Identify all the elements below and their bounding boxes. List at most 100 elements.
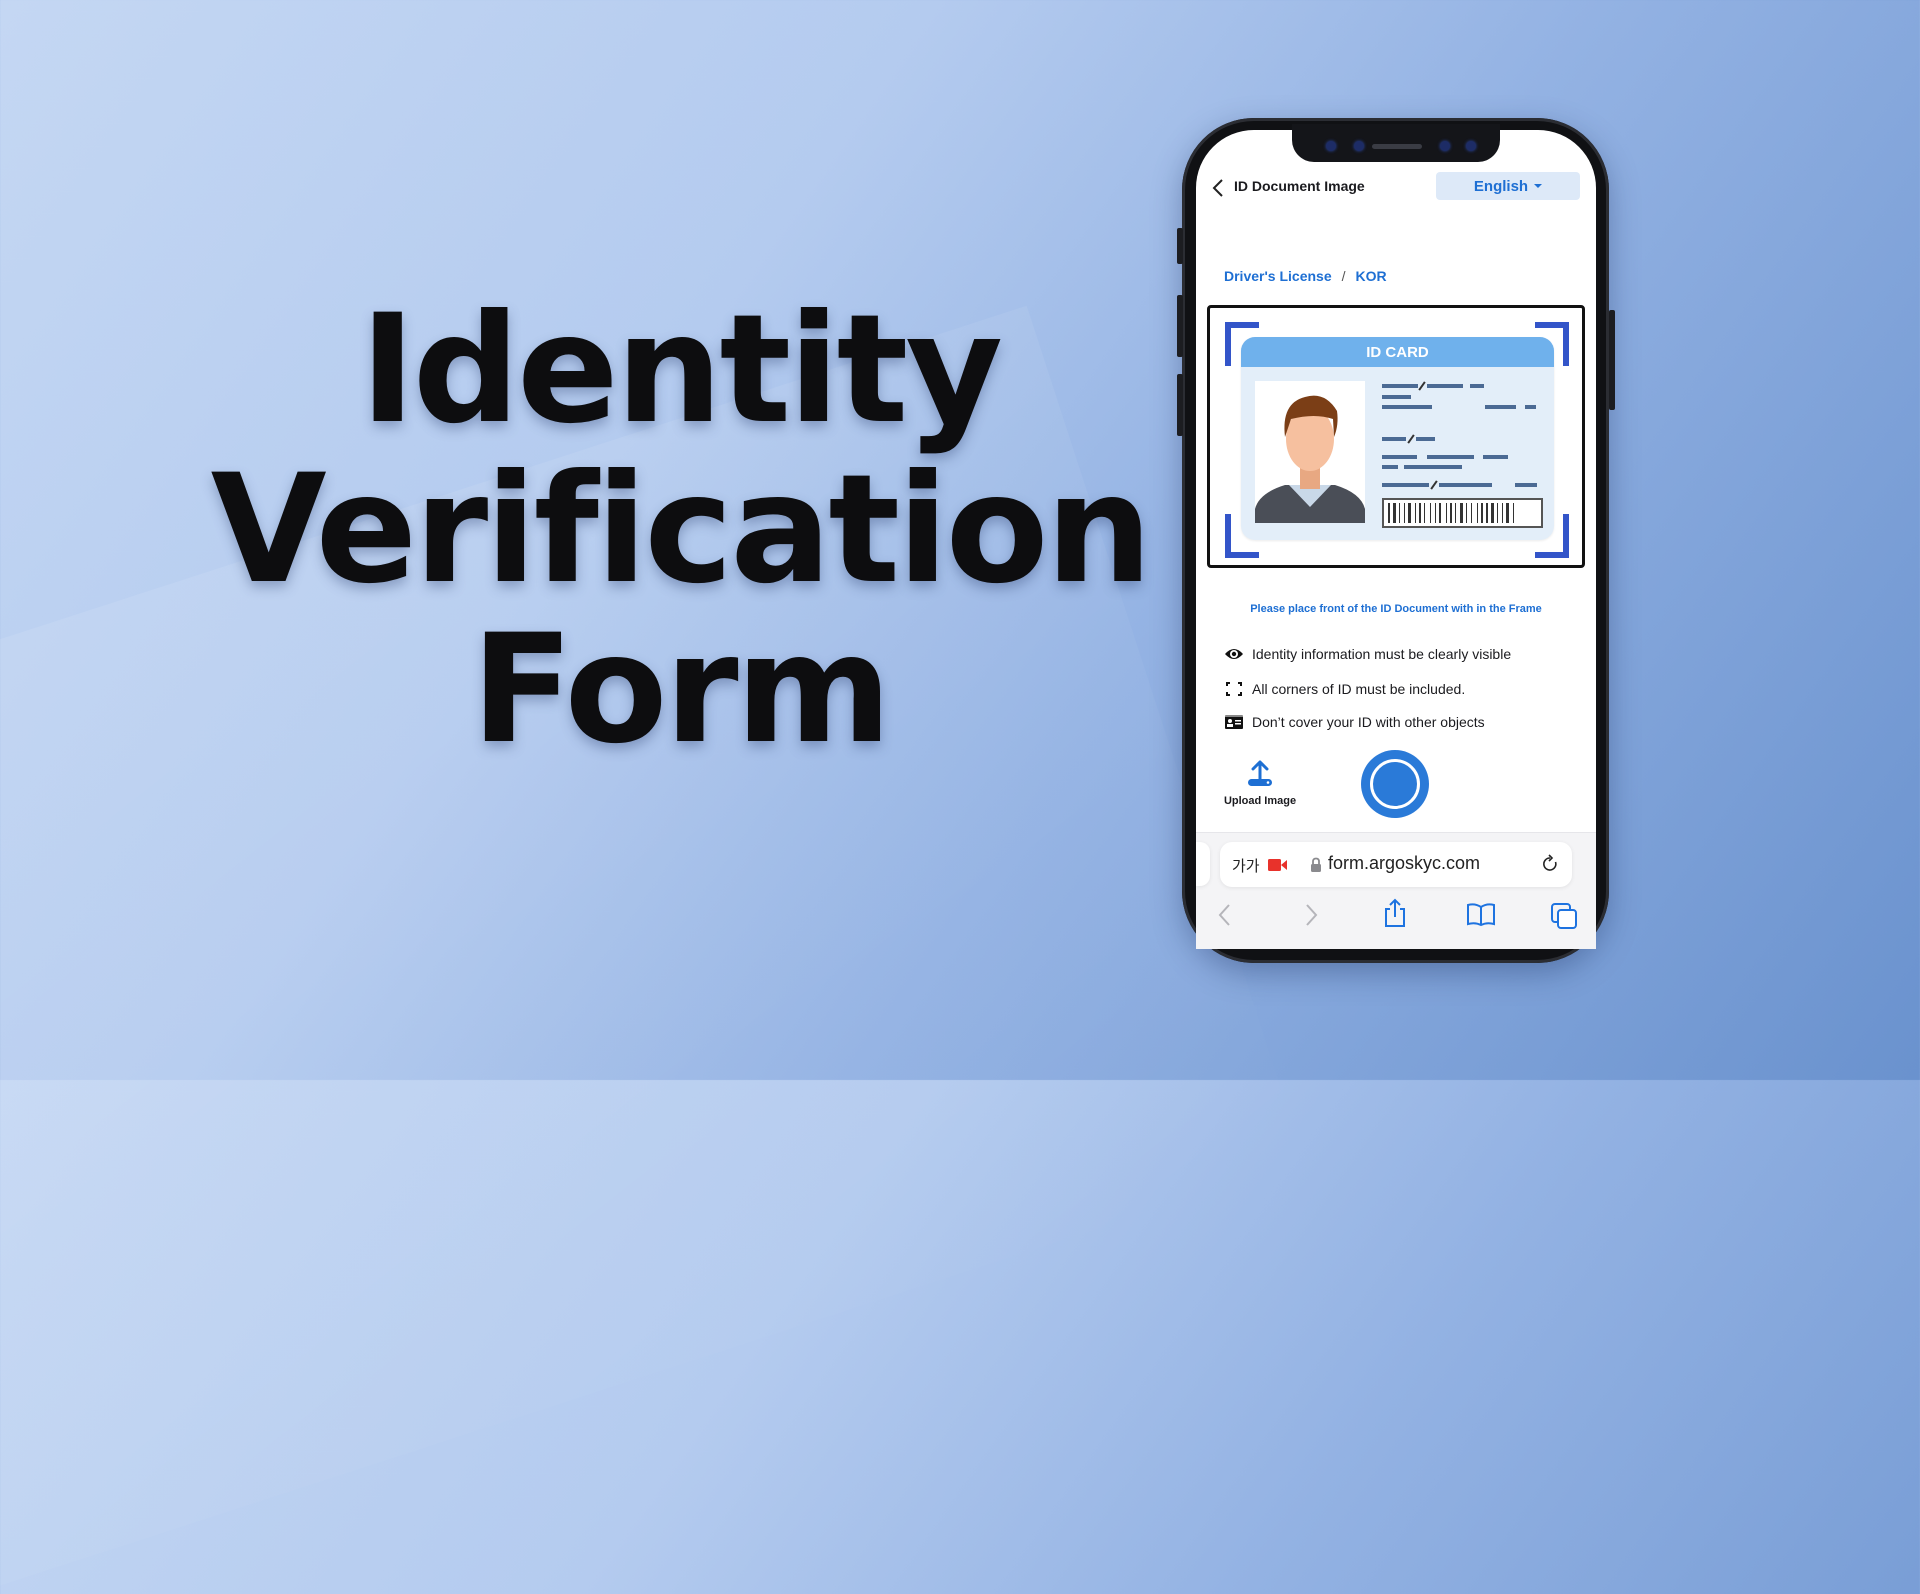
url-text[interactable]: form.argoskyc.com: [1328, 853, 1480, 874]
card-text-line: [1427, 455, 1474, 459]
sensor-icon: [1326, 141, 1336, 151]
card-text-line: [1416, 437, 1435, 441]
card-text-line: [1439, 483, 1492, 487]
barcode-stripe: [1513, 503, 1514, 523]
forward-icon: [1306, 904, 1318, 926]
barcode-stripe: [1435, 503, 1436, 523]
id-photo: [1255, 381, 1365, 523]
card-text-line: [1382, 384, 1418, 388]
card-text-line: [1382, 483, 1429, 487]
id-card-icon: [1225, 715, 1243, 729]
card-text-line: [1382, 437, 1406, 441]
share-button[interactable]: [1383, 898, 1407, 933]
barcode-stripe: [1502, 503, 1503, 523]
shutter-button[interactable]: [1361, 750, 1429, 818]
back-icon: [1218, 904, 1230, 926]
barcode-stripe: [1455, 503, 1456, 523]
card-slash: [1407, 434, 1415, 444]
person-avatar-icon: [1255, 395, 1365, 523]
previous-tab-peek[interactable]: [1196, 842, 1210, 886]
rule-item: Identity information must be clearly vis…: [1224, 646, 1511, 662]
barcode-stripe: [1481, 503, 1483, 523]
card-slash: [1418, 381, 1426, 391]
caret-down-icon: [1534, 184, 1543, 188]
address-bar[interactable]: 가가 form.argoskyc.com: [1220, 842, 1572, 887]
card-text-line: [1485, 405, 1516, 409]
tabs-icon: [1551, 903, 1577, 929]
card-text-line: [1483, 455, 1508, 459]
card-text-line: [1404, 465, 1462, 469]
barcode-stripe: [1460, 503, 1463, 523]
front-camera-icon: [1354, 141, 1364, 151]
card-text-line: [1382, 455, 1417, 459]
corners-icon: [1226, 682, 1242, 696]
barcode-stripe: [1477, 503, 1478, 523]
barcode-icon: [1388, 503, 1514, 523]
headline: Identity Verification Form: [160, 290, 1200, 770]
id-card-title: ID CARD: [1241, 337, 1554, 367]
barcode-stripe: [1399, 503, 1400, 523]
barcode-stripe: [1486, 503, 1488, 523]
barcode-stripe: [1491, 503, 1494, 523]
eye-icon: [1225, 649, 1243, 659]
card-text-line: [1382, 405, 1432, 409]
barcode-stripe: [1393, 503, 1396, 523]
volume-up-button: [1177, 295, 1183, 357]
barcode-stripe: [1388, 503, 1390, 523]
card-text-line: [1427, 384, 1463, 388]
silent-switch: [1177, 228, 1183, 264]
rule-item: All corners of ID must be included.: [1224, 680, 1465, 698]
share-icon: [1385, 898, 1405, 927]
bookmarks-button[interactable]: [1466, 902, 1496, 933]
reload-icon[interactable]: [1540, 854, 1560, 874]
upload-image-button[interactable]: Upload Image: [1220, 760, 1300, 807]
text-size-button[interactable]: 가가: [1232, 855, 1260, 876]
tabs-button[interactable]: [1550, 902, 1578, 935]
browser-back-button[interactable]: [1217, 902, 1233, 933]
barcode-stripe: [1415, 503, 1416, 523]
bookmarks-icon: [1467, 903, 1495, 927]
barcode-stripe: [1408, 503, 1411, 523]
breadcrumb-country[interactable]: KOR: [1356, 268, 1387, 284]
headline-line-2: Verification: [210, 443, 1153, 617]
sensor-icon: [1466, 141, 1476, 151]
barcode: [1382, 498, 1543, 528]
barcode-stripe: [1404, 503, 1405, 523]
earpiece-speaker: [1372, 144, 1422, 149]
headline-line-3: Form: [471, 603, 892, 777]
card-text-line: [1515, 483, 1537, 487]
card-slash: [1430, 480, 1438, 490]
breadcrumb-document-type[interactable]: Driver's License: [1224, 268, 1332, 284]
id-card-illustration: ID CARD: [1241, 337, 1554, 540]
rule-text: All corners of ID must be included.: [1252, 681, 1466, 697]
rule-item: Don’t cover your ID with other objects: [1224, 714, 1485, 730]
volume-down-button: [1177, 374, 1183, 436]
power-button: [1609, 310, 1615, 410]
chevron-left-icon: [1212, 179, 1223, 197]
barcode-stripe: [1450, 503, 1452, 523]
card-text-line: [1382, 395, 1411, 399]
headline-line-1: Identity: [359, 283, 1003, 457]
upload-image-label: Upload Image: [1223, 795, 1297, 807]
rule-text: Don’t cover your ID with other objects: [1252, 714, 1485, 730]
browser-forward-button[interactable]: [1303, 902, 1319, 933]
upload-icon: [1248, 760, 1272, 786]
barcode-stripe: [1439, 503, 1441, 523]
breadcrumb-separator: /: [1341, 268, 1346, 284]
card-text-line: [1470, 384, 1484, 388]
phone-notch: [1292, 124, 1500, 162]
sensor-icon: [1440, 141, 1450, 151]
back-button[interactable]: [1210, 178, 1228, 198]
camera-recording-icon[interactable]: [1268, 858, 1288, 872]
language-selected: English: [1473, 177, 1529, 195]
barcode-stripe: [1497, 503, 1498, 523]
frame-instruction: Please place front of the ID Document wi…: [1250, 603, 1542, 615]
barcode-stripe: [1506, 503, 1509, 523]
page-title: ID Document Image: [1234, 178, 1365, 194]
language-select[interactable]: English: [1436, 172, 1580, 200]
barcode-stripe: [1424, 503, 1425, 523]
barcode-stripe: [1419, 503, 1421, 523]
barcode-stripe: [1466, 503, 1467, 523]
breadcrumb: Driver's License / KOR: [1224, 268, 1387, 284]
barcode-stripe: [1471, 503, 1472, 523]
